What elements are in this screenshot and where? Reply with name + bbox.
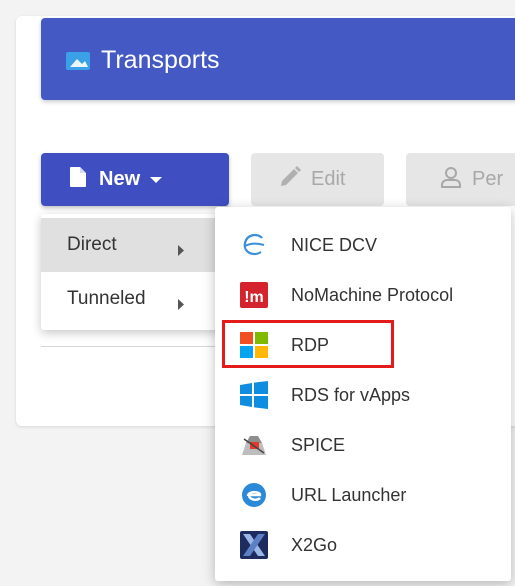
menu-item-label: Direct [67, 234, 117, 255]
submenu-item-rdp[interactable]: RDP [215, 321, 511, 369]
submenu-item-label: SPICE [291, 434, 346, 455]
transport-window-icon [65, 51, 91, 76]
url-launcher-icon [239, 480, 269, 510]
submenu-item-label: X2Go [291, 534, 338, 555]
edit-button-label: Edit [311, 168, 346, 190]
windows-blue-icon [239, 380, 269, 410]
page-header: Transports [41, 18, 515, 100]
submenu-item-label: URL Launcher [291, 484, 407, 505]
nomachine-icon: !m [239, 280, 269, 310]
submenu-item-url-launcher[interactable]: URL Launcher [215, 471, 511, 519]
pencil-icon [279, 166, 301, 193]
permissions-button[interactable]: Per [406, 153, 515, 206]
submenu-item-nomachine[interactable]: !m NoMachine Protocol [215, 271, 511, 319]
new-dropdown-menu: Direct Tunneled [41, 214, 228, 330]
direct-submenu: NICE DCV !m NoMachine Protocol RDP RDS f… [215, 207, 511, 581]
menu-item-direct[interactable]: Direct [41, 218, 228, 272]
submenu-item-label: RDS for vApps [291, 384, 411, 405]
menu-item-tunneled[interactable]: Tunneled [41, 272, 228, 326]
chevron-down-icon [150, 171, 163, 189]
chevron-right-icon [177, 294, 184, 316]
new-button-label: New [99, 168, 141, 190]
svg-text:!m: !m [244, 289, 264, 306]
page-title: Transports [101, 46, 220, 74]
submenu-item-rds-vapps[interactable]: RDS for vApps [215, 371, 511, 419]
submenu-item-x2go[interactable]: X2Go [215, 521, 511, 569]
menu-item-label: Tunneled [67, 288, 146, 309]
new-button[interactable]: New [41, 153, 229, 206]
document-icon [69, 166, 87, 193]
submenu-item-label: RDP [291, 334, 330, 355]
edit-button[interactable]: Edit [251, 153, 384, 206]
windows-icon [239, 330, 269, 360]
permissions-button-label: Per [472, 168, 504, 190]
nice-dcv-icon [239, 230, 269, 260]
submenu-item-spice[interactable]: SPICE [215, 421, 511, 469]
divider [41, 346, 241, 347]
x2go-icon [239, 530, 269, 560]
submenu-item-label: NICE DCV [291, 234, 378, 255]
person-icon [440, 166, 462, 193]
submenu-item-label: NoMachine Protocol [291, 284, 454, 305]
submenu-item-nice-dcv[interactable]: NICE DCV [215, 221, 511, 269]
spice-icon [239, 430, 269, 460]
chevron-right-icon [177, 240, 184, 262]
